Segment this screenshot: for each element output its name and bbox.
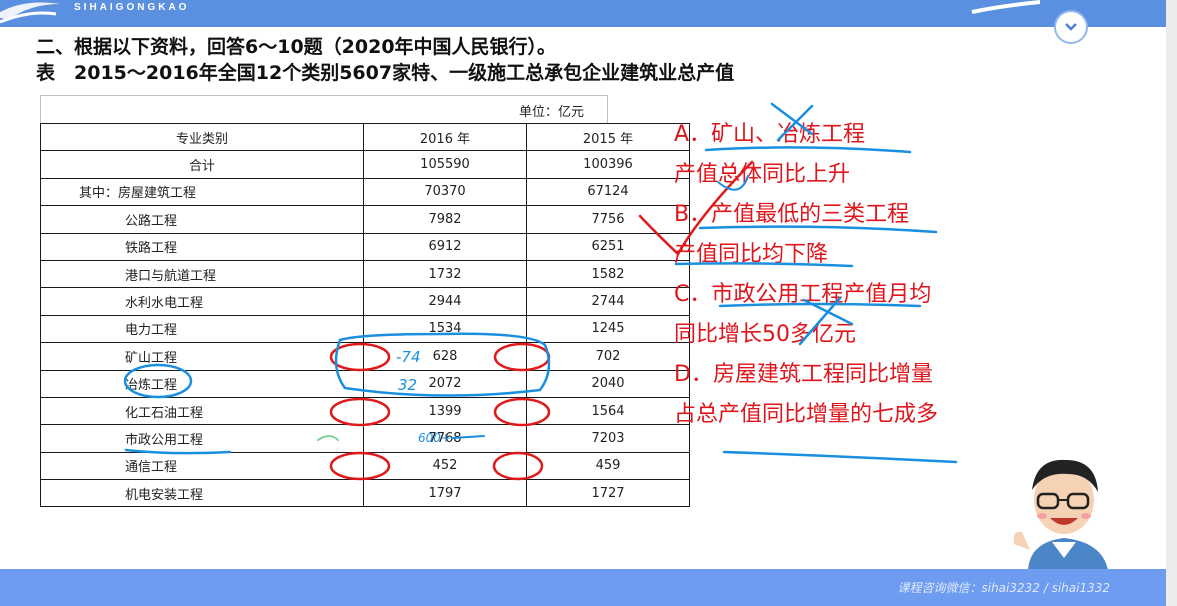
annotation-layer: -74 32 600+ — [123, 102, 958, 481]
blue-underline — [718, 302, 922, 308]
red-circle-annotation — [329, 397, 391, 427]
red-circle-annotation — [329, 342, 391, 372]
scroll-edge — [1166, 0, 1177, 606]
blue-underline — [124, 448, 232, 455]
red-circle-annotation — [329, 451, 391, 481]
blue-stroke — [451, 435, 485, 439]
blue-underline — [704, 146, 912, 154]
red-circle-annotation — [493, 342, 551, 372]
red-checkmark — [638, 160, 754, 257]
blue-x-mark — [770, 102, 814, 142]
contact-info: 课程咨询微信：sihai3232 / sihai1332 — [897, 581, 1110, 595]
note-minus-74: -74 — [396, 348, 421, 366]
bottom-banner: 课程咨询微信：sihai3232 / sihai1332 — [0, 569, 1166, 606]
note-32: 32 — [398, 376, 417, 394]
red-circle-annotation — [492, 451, 544, 481]
teacher-avatar-icon — [1013, 459, 1108, 570]
blue-circle-annotation — [123, 363, 193, 399]
note-600: 600+ — [418, 431, 451, 445]
green-mark — [317, 435, 339, 441]
red-circle-annotation — [493, 397, 551, 427]
blue-underline — [698, 225, 938, 234]
blue-underline — [722, 450, 958, 464]
blue-underline — [674, 262, 854, 268]
